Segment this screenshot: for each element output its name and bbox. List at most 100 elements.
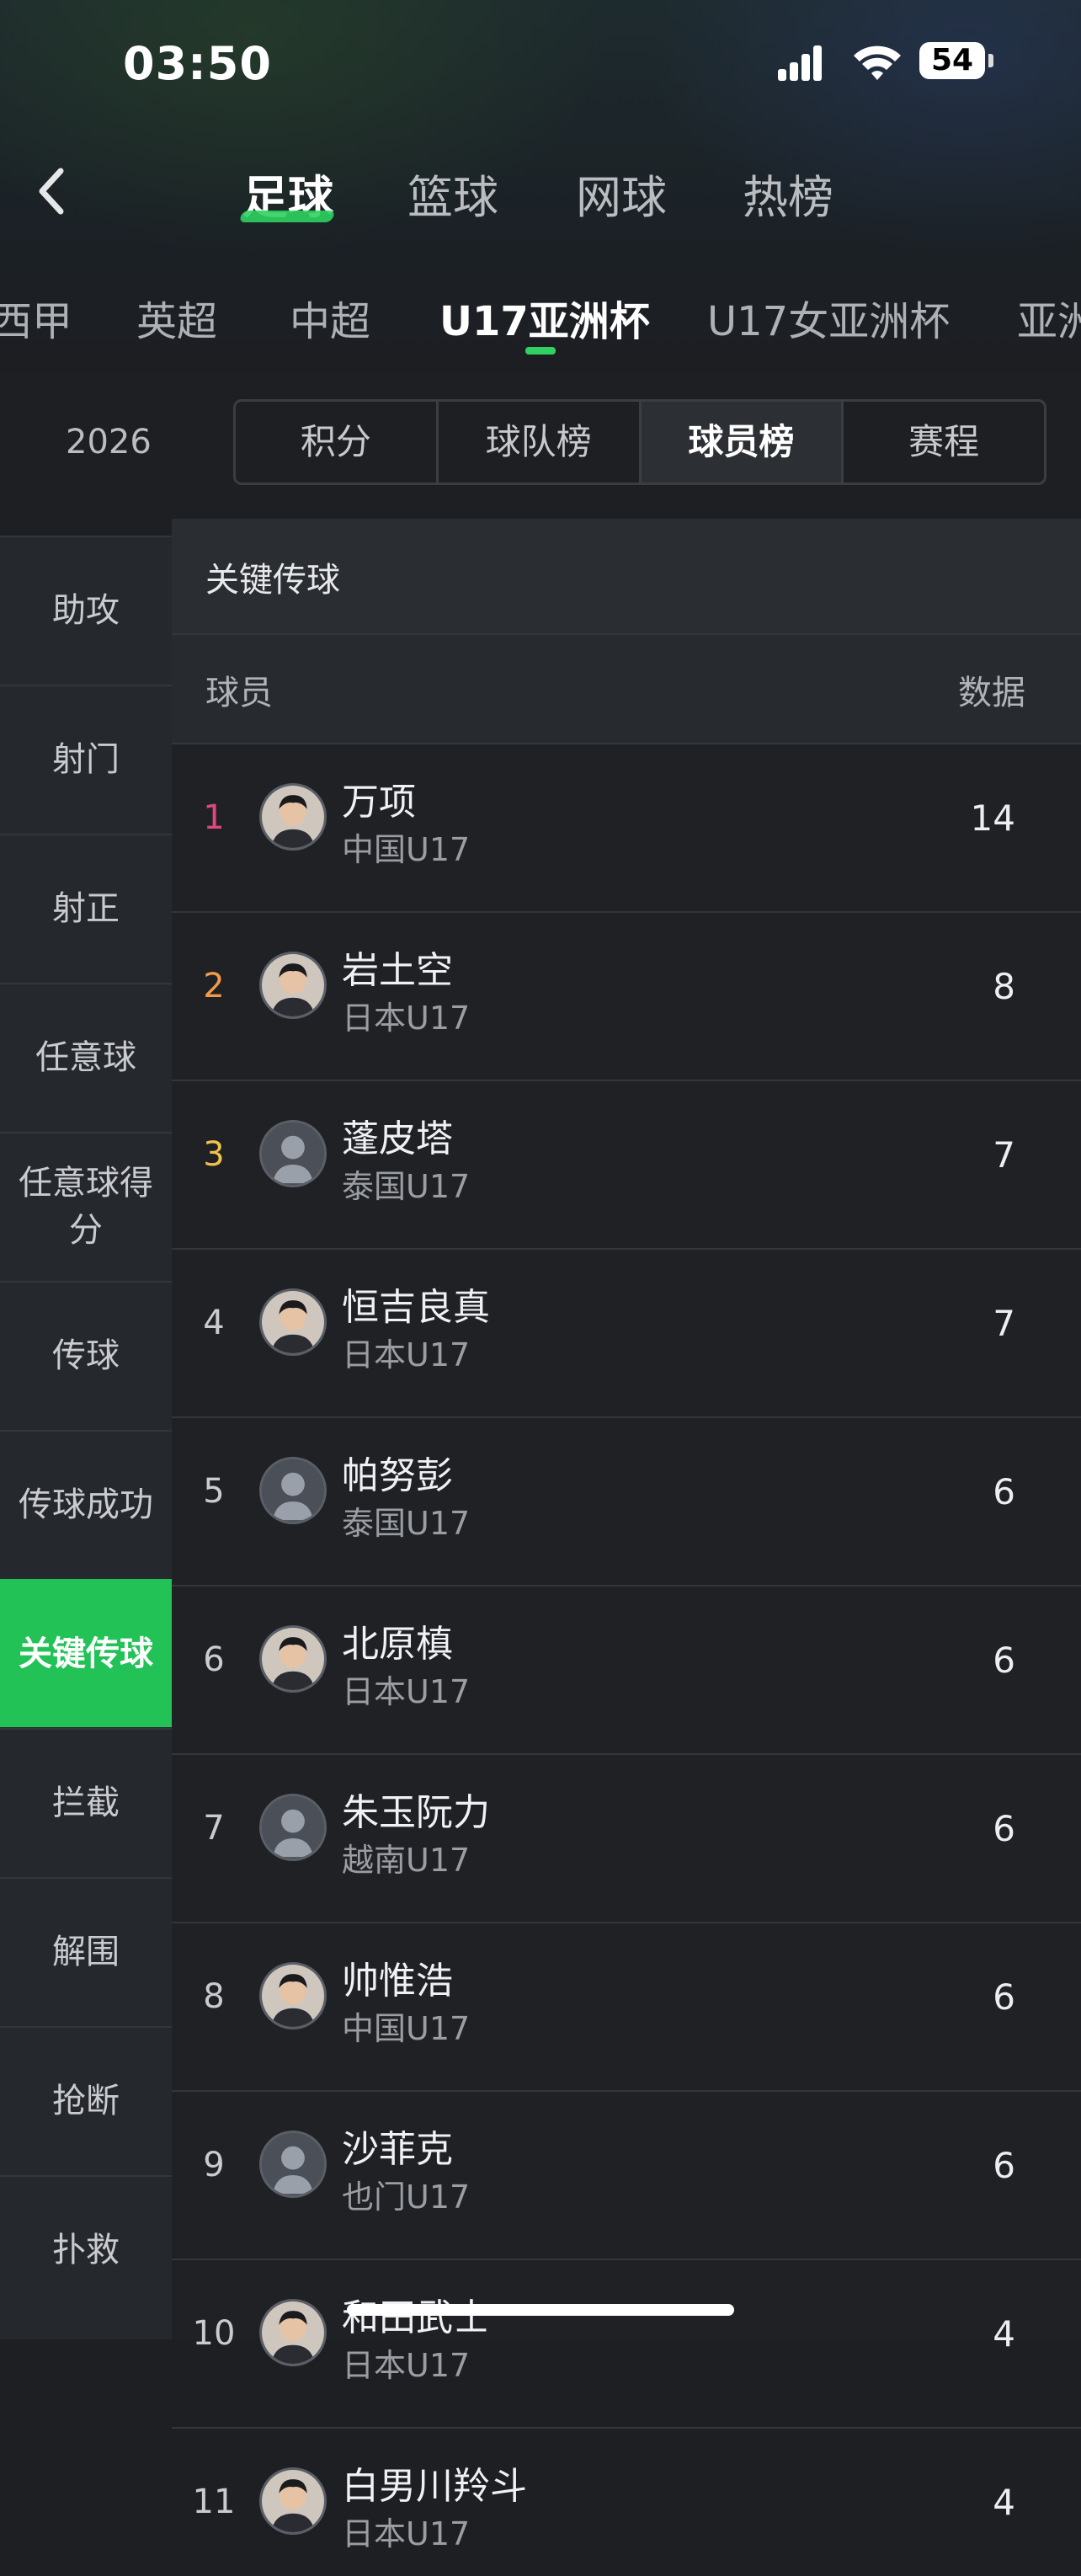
segment-player-rankings[interactable]: 球员榜: [638, 402, 842, 483]
sidebar-item-free-kicks[interactable]: 任意球: [0, 983, 172, 1131]
sidebar-item-tackles[interactable]: 抢断: [0, 2026, 172, 2174]
tab-hot-list[interactable]: 热榜: [743, 160, 833, 227]
rank-number: 9: [203, 2146, 225, 2184]
player-name: 帕努彭: [342, 1454, 453, 1497]
rank-number: 8: [203, 1977, 225, 2016]
player-team: 日本U17: [342, 1673, 471, 1710]
player-avatar: [259, 2131, 327, 2198]
stat-value: 7: [993, 1303, 1015, 1344]
player-name: 沙菲克: [342, 2128, 453, 2171]
player-avatar: [259, 952, 327, 1019]
player-row[interactable]: 2 岩土空日本U17 8: [172, 911, 1081, 1060]
player-row[interactable]: 3 蓬皮塔泰国U17 7: [172, 1080, 1081, 1229]
tab-basketball[interactable]: 篮球: [407, 160, 498, 227]
league-tab-csl[interactable]: 中超: [290, 288, 370, 347]
section-title: 关键传球: [205, 561, 340, 600]
player-row[interactable]: 1 万项中国U17 14: [172, 743, 1081, 892]
league-tab-u17-women-asian-cup[interactable]: U17女亚洲杯: [707, 288, 950, 347]
player-row[interactable]: 4 恒吉良真日本U17 7: [172, 1248, 1081, 1397]
player-row[interactable]: 5 帕努彭 泰国U17 6: [172, 1416, 1081, 1565]
stat-value: 4: [993, 2482, 1015, 2523]
player-team: 泰国U17: [342, 1168, 471, 1205]
sidebar-item-passes[interactable]: 传球: [0, 1281, 172, 1429]
stat-value: 7: [993, 1134, 1015, 1176]
stat-value: 8: [993, 966, 1015, 1007]
player-team: 泰国U17: [342, 1505, 471, 1542]
player-row[interactable]: 9 沙菲克 也门U17 6: [172, 2090, 1081, 2239]
sidebar-item-shots[interactable]: 射门: [0, 685, 172, 833]
stat-value: 6: [993, 1808, 1015, 1849]
player-avatar: [259, 2299, 327, 2366]
player-name: 岩土空: [342, 949, 453, 992]
sidebar-item-key-passes[interactable]: 关键传球: [0, 1579, 172, 1727]
player-name: 蓬皮塔: [342, 1117, 453, 1160]
player-row[interactable]: 7 朱玉阮力 越南U17 6: [172, 1753, 1081, 1902]
league-tab-u17-asian-cup[interactable]: U17亚洲杯: [439, 288, 650, 347]
section-header: 关键传球: [172, 519, 1081, 633]
player-avatar: [259, 1120, 327, 1187]
sidebar-item-clearances[interactable]: 解围: [0, 1877, 172, 2025]
status-bar: 03:50 54: [0, 0, 1081, 126]
season-selector[interactable]: 2026: [66, 423, 152, 461]
sidebar-item-successful-passes[interactable]: 传球成功: [0, 1430, 172, 1578]
sidebar-item-saves[interactable]: 扑救: [0, 2175, 172, 2323]
rank-number: 11: [192, 2483, 236, 2521]
sidebar-item-shots-on-target[interactable]: 射正: [0, 834, 172, 982]
rank-number: 4: [203, 1304, 225, 1342]
player-avatar: [259, 2467, 327, 2535]
stat-value: 6: [993, 1640, 1015, 1681]
player-avatar: [259, 1625, 327, 1693]
column-header-player: 球员: [205, 674, 273, 712]
sidebar-item-interceptions[interactable]: 拦截: [0, 1728, 172, 1876]
player-team: 也门U17: [342, 2179, 471, 2216]
status-time: 03:50: [123, 37, 272, 90]
rank-number: 7: [203, 1809, 225, 1848]
player-name: 恒吉良真: [342, 1286, 490, 1329]
stat-value: 14: [970, 797, 1015, 839]
rank-number: 2: [203, 967, 225, 1005]
cellular-signal-icon: [778, 42, 832, 81]
player-avatar: [259, 1288, 327, 1356]
rank-number: 6: [203, 1640, 225, 1679]
player-avatar: [259, 783, 327, 851]
player-team: 中国U17: [342, 2010, 471, 2047]
player-team: 日本U17: [342, 2347, 471, 2384]
segment-schedule[interactable]: 赛程: [841, 402, 1044, 483]
league-tab-asia[interactable]: 亚洲: [1017, 288, 1081, 347]
player-row[interactable]: 8 帅惟浩 中国U17 6: [172, 1922, 1081, 2071]
player-name: 万项: [342, 781, 416, 824]
player-name: 北原槙: [342, 1623, 453, 1666]
battery-icon: 54: [919, 42, 993, 81]
sidebar-item-assists[interactable]: 助攻: [0, 536, 172, 684]
league-tab-laliga[interactable]: 西甲: [0, 288, 72, 347]
player-avatar: [259, 1962, 327, 2029]
segmented-control: 积分 球队榜 球员榜 赛程: [233, 399, 1046, 485]
player-team: 日本U17: [342, 1000, 471, 1037]
home-indicator: [347, 2304, 734, 2316]
player-team: 中国U17: [342, 831, 471, 868]
stat-value: 4: [993, 2313, 1015, 2355]
player-name: 白男川羚斗: [342, 2465, 527, 2508]
player-name: 朱玉阮力: [342, 1791, 490, 1834]
ranking-panel: 关键传球 球员 数据 1 万项中国U17 14 2 岩土空日本U17 8 3 蓬皮塔泰国U17…: [172, 519, 1081, 2552]
player-team: 日本U17: [342, 1336, 471, 1373]
player-avatar: [259, 1457, 327, 1524]
segment-team-rankings[interactable]: 球队榜: [435, 402, 639, 483]
league-tab-premier-league[interactable]: 英超: [136, 288, 217, 347]
tab-tennis[interactable]: 网球: [576, 160, 667, 227]
rank-number: 1: [203, 798, 225, 837]
player-row[interactable]: 10 和田武士 日本U17 4: [172, 2259, 1081, 2408]
stat-value: 6: [993, 1471, 1015, 1512]
stat-category-sidebar: 助攻 射门 射正 任意球 任意球得分 传球 传球成功 关键传球 拦截 解围 抢断…: [0, 536, 172, 2339]
player-row[interactable]: 6 北原槙日本U17 6: [172, 1585, 1081, 1734]
active-tab-indicator: [238, 211, 336, 222]
battery-level: 54: [919, 42, 985, 79]
sidebar-item-free-kick-goals[interactable]: 任意球得分: [0, 1132, 172, 1280]
wifi-icon: [854, 45, 901, 80]
rank-number: 3: [203, 1135, 225, 1174]
back-chevron-icon[interactable]: [30, 164, 72, 218]
player-name: 帅惟浩: [342, 1960, 453, 2003]
segment-standings[interactable]: 积分: [236, 402, 436, 483]
column-header-data: 数据: [958, 674, 1025, 712]
player-row[interactable]: 11 白男川羚斗 日本U17 4: [172, 2427, 1081, 2576]
